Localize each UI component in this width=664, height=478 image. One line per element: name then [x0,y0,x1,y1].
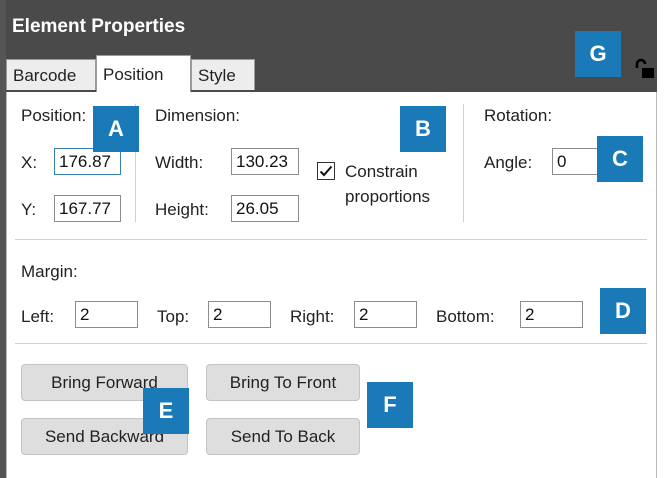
window-title: Element Properties [12,16,186,37]
send-to-back-button[interactable]: Send To Back [206,418,360,455]
height-label: Height: [155,200,209,219]
bring-to-front-button[interactable]: Bring To Front [206,364,360,401]
unlock-icon[interactable] [633,58,655,80]
height-input[interactable]: 26.05 [231,195,299,222]
margin-left-label: Left: [21,307,55,326]
check-icon [319,165,333,177]
margin-right-input[interactable]: 2 [354,301,417,328]
element-properties-panel: Element Properties Barcode Position Styl… [6,0,657,478]
margin-left-input[interactable]: 2 [75,301,138,328]
width-input[interactable]: 130.23 [231,148,299,175]
constrain-proportions-checkbox[interactable] [317,162,335,180]
x-input[interactable]: 176.87 [54,148,121,175]
margin-top-input[interactable]: 2 [208,301,271,328]
y-input[interactable]: 167.77 [54,195,121,222]
group-divider [463,104,464,222]
callout-e-badge: E [143,388,189,434]
constrain-label-line1: Constrain [345,162,418,181]
section-divider [15,239,647,240]
title-bar: Element Properties Barcode Position Styl… [6,0,657,92]
dimension-group-label: Dimension: [155,106,241,125]
width-label: Width: [155,153,204,172]
callout-a-badge: A [93,106,139,152]
section-divider [15,343,647,344]
margin-top-label: Top: [157,307,190,326]
margin-bottom-label: Bottom: [436,307,495,326]
tab-style[interactable]: Style [191,59,255,90]
callout-d-badge: D [600,288,646,334]
y-label: Y: [21,200,37,219]
margin-group-label: Margin: [21,262,78,281]
rotation-group-label: Rotation: [484,106,553,125]
callout-b-badge: B [400,106,446,152]
margin-bottom-input[interactable]: 2 [520,301,583,328]
x-label: X: [21,153,38,172]
angle-label: Angle: [484,153,533,172]
callout-c-badge: C [597,136,643,182]
callout-g-badge: G [575,31,621,77]
position-group-label: Position: [21,106,87,125]
margin-right-label: Right: [290,307,335,326]
constrain-label-line2: proportions [345,187,431,206]
tab-position[interactable]: Position [96,55,191,92]
callout-f-badge: F [367,382,413,428]
tab-barcode[interactable]: Barcode [6,59,96,90]
